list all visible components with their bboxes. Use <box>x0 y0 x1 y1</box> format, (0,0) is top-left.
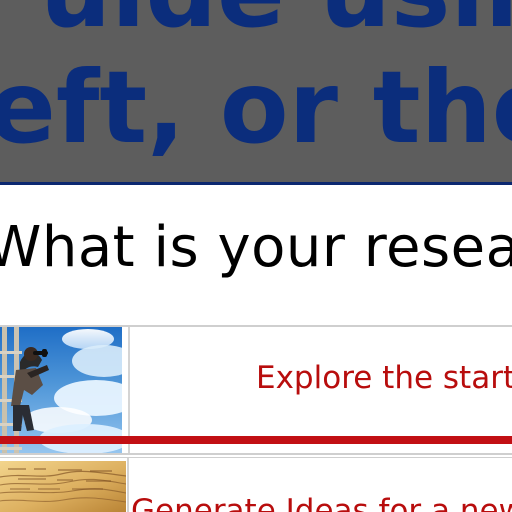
explorer-on-ladder-image[interactable] <box>0 327 122 453</box>
table-column-divider <box>127 458 129 512</box>
generate-ideas-link[interactable]: Generate Ideas for a new <box>131 496 512 512</box>
banner-text-line-1: uide using <box>40 0 512 42</box>
old-manuscript-image[interactable] <box>0 461 126 512</box>
explore-start-link[interactable]: Explore the start <box>256 363 512 394</box>
guide-banner: uide using eft, or the e <box>0 0 512 182</box>
banner-text-line-2: eft, or the e <box>0 49 512 166</box>
table-column-divider <box>128 327 130 453</box>
research-guide-page: uide using eft, or the e What is your re… <box>0 0 512 512</box>
research-question-heading: What is your researc <box>0 215 512 280</box>
red-accent-bar <box>0 436 512 444</box>
table-row[interactable]: Generate Ideas for a new <box>0 457 512 512</box>
research-options-table: Explore the start Generate Ideas for a n… <box>0 325 512 512</box>
banner-bottom-border <box>0 182 512 185</box>
